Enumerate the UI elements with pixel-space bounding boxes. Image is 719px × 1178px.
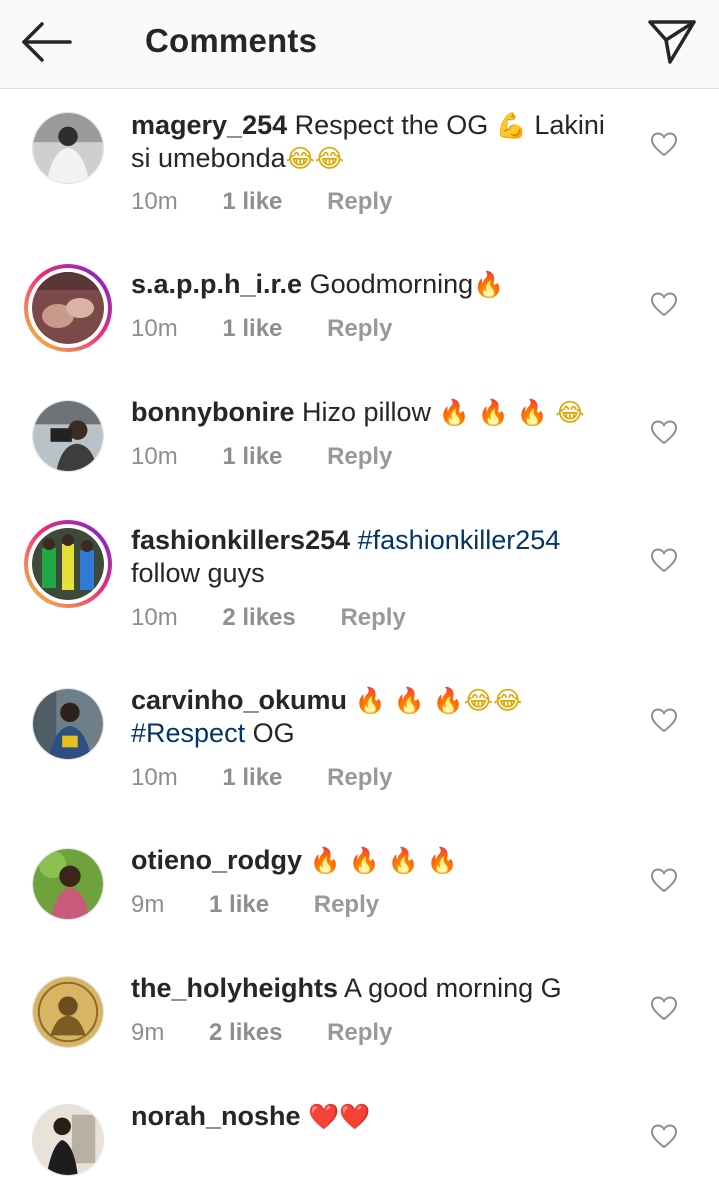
page-title: Comments (145, 22, 318, 59)
heart-icon[interactable] (650, 995, 678, 1021)
avatar[interactable] (30, 974, 106, 1050)
avatar[interactable] (30, 398, 106, 474)
reply-button[interactable]: Reply (340, 604, 405, 631)
avatar[interactable] (30, 686, 106, 762)
avatar[interactable] (30, 1102, 106, 1178)
reply-button[interactable]: Reply (327, 188, 392, 215)
comment-likes[interactable]: 2 likes (222, 604, 295, 631)
comment-time: 10m (131, 764, 178, 791)
comment-meta: 9m 1 like Reply (131, 891, 417, 919)
comment-likes[interactable]: 1 like (222, 443, 282, 470)
reply-button[interactable]: Reply (327, 443, 392, 470)
reply-button[interactable]: Reply (327, 315, 392, 342)
avatar[interactable] (24, 264, 112, 352)
comment-text: s.a.p.p.h_i.r.e Goodmorning🔥 (131, 269, 505, 299)
heart-icon[interactable] (650, 131, 678, 157)
avatar[interactable] (30, 846, 106, 922)
comment-likes[interactable]: 1 like (209, 891, 269, 918)
comment-text: carvinho_okumu 🔥 🔥 🔥😂😂 #Respect OG (131, 685, 523, 748)
heart-icon[interactable] (650, 1123, 678, 1149)
comment-username[interactable]: fashionkillers254 (131, 525, 350, 555)
comment-text: otieno_rodgy 🔥 🔥 🔥 🔥 (131, 845, 458, 875)
back-arrow-icon (22, 22, 72, 62)
hashtag-link[interactable]: #Respect (131, 718, 245, 748)
comment-username[interactable]: magery_254 (131, 110, 287, 140)
top-bar: Comments (0, 0, 719, 89)
paper-plane-icon (648, 20, 696, 64)
comment-likes[interactable]: 2 likes (209, 1019, 282, 1046)
comment-text: the_holyheights A good morning G (131, 973, 562, 1003)
comment-time: 9m (131, 891, 165, 918)
comment-text: magery_254 Respect the OG 💪 Lakini si um… (131, 110, 605, 173)
comment-meta: 10m 1 like Reply (131, 188, 430, 216)
comment-meta: 9m 2 likes Reply (131, 1019, 430, 1047)
comment-time: 9m (131, 1019, 165, 1046)
comment-likes[interactable]: 1 like (222, 764, 282, 791)
reply-button[interactable]: Reply (314, 891, 379, 918)
comment-time: 10m (131, 604, 178, 631)
heart-icon[interactable] (650, 291, 678, 317)
heart-icon[interactable] (650, 419, 678, 445)
comment-meta: 10m 1 like Reply (131, 315, 430, 343)
comment-likes[interactable]: 1 like (222, 315, 282, 342)
comment-likes[interactable]: 1 like (222, 188, 282, 215)
heart-icon[interactable] (650, 867, 678, 893)
hashtag-link[interactable]: #fashionkiller254 (358, 525, 561, 555)
comment-meta: 10m 2 likes Reply (131, 604, 444, 632)
reply-button[interactable]: Reply (327, 764, 392, 791)
comment-text: bonnybonire Hizo pillow 🔥 🔥 🔥 😂 (131, 397, 585, 427)
reply-button[interactable]: Reply (327, 1019, 392, 1046)
avatar[interactable] (30, 110, 106, 186)
comment-username[interactable]: otieno_rodgy (131, 845, 302, 875)
back-button[interactable] (20, 20, 74, 64)
comment-meta: 10m 1 like Reply (131, 443, 430, 471)
comment-username[interactable]: s.a.p.p.h_i.r.e (131, 269, 302, 299)
comment-username[interactable]: the_holyheights (131, 973, 338, 1003)
comment-time: 10m (131, 443, 178, 470)
comment-meta: 10m 1 like Reply (131, 764, 430, 792)
avatar[interactable] (24, 520, 112, 608)
heart-icon[interactable] (650, 547, 678, 573)
comment-time: 10m (131, 188, 178, 215)
direct-message-button[interactable] (646, 16, 698, 66)
heart-icon[interactable] (650, 707, 678, 733)
comment-text: fashionkillers254 #fashionkiller254 foll… (131, 525, 561, 588)
comment-text: norah_noshe ❤️❤️ (131, 1101, 371, 1131)
comment-username[interactable]: norah_noshe (131, 1101, 301, 1131)
comment-username[interactable]: bonnybonire (131, 397, 295, 427)
comment-time: 10m (131, 315, 178, 342)
comment-username[interactable]: carvinho_okumu (131, 685, 347, 715)
